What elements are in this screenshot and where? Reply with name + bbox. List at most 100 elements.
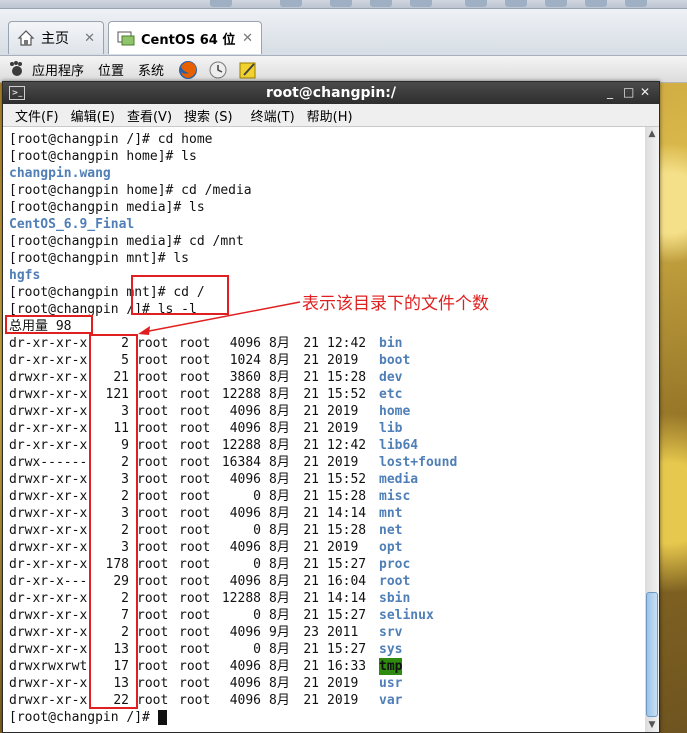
listing-group: root	[179, 353, 211, 368]
listing-time: 2019	[327, 540, 359, 555]
close-tab-icon[interactable]: ✕	[84, 31, 95, 46]
listing-time: 15:27	[327, 608, 367, 623]
listing-name: misc	[379, 489, 411, 504]
listing-name: mnt	[379, 506, 403, 521]
listing-time: 15:28	[327, 370, 367, 385]
listing-day: 21	[303, 370, 319, 385]
listing-day: 21	[303, 455, 319, 470]
tab-home[interactable]: 主页 ✕	[8, 21, 104, 54]
listing-month: 8月	[269, 387, 290, 402]
menu-view[interactable]: 查看(V)	[127, 106, 172, 125]
toolbar-button[interactable]	[505, 0, 527, 7]
toolbar-button[interactable]	[545, 0, 567, 7]
listing-day: 21	[303, 676, 319, 691]
scrollbar-thumb[interactable]	[646, 592, 658, 717]
listing-name: lib64	[379, 438, 419, 453]
listing-month: 8月	[269, 438, 290, 453]
listing-group: root	[179, 438, 211, 453]
listing-day: 21	[303, 506, 319, 521]
command-line: [root@changpin home]# cd /media	[9, 183, 252, 198]
listing-name: tmp	[379, 658, 403, 675]
scrollbar[interactable]: ▲ ▼	[645, 127, 659, 732]
vm-toolbar	[0, 0, 687, 9]
listing-time: 12:42	[327, 336, 367, 351]
tab-centos[interactable]: CentOS 64 位 ✕	[108, 21, 262, 54]
listing-month: 8月	[269, 472, 290, 487]
listing-day: 21	[303, 489, 319, 504]
toolbar-button[interactable]	[330, 0, 352, 7]
menu-edit[interactable]: 编辑(E)	[71, 106, 115, 125]
listing-size: 4096	[229, 472, 261, 487]
toolbar-button[interactable]	[465, 0, 487, 7]
listing-name: home	[379, 404, 411, 419]
listing-day: 21	[303, 693, 319, 708]
firefox-launcher[interactable]	[178, 60, 202, 79]
close-button[interactable]: ✕	[640, 85, 650, 99]
listing-month: 8月	[269, 353, 290, 368]
listing-month: 8月	[269, 574, 290, 589]
listing-name: var	[379, 693, 403, 708]
toolbar-button[interactable]	[625, 0, 647, 7]
listing-month: 8月	[269, 642, 290, 657]
listing-owner: root	[137, 387, 169, 402]
applications-menu[interactable]: 应用程序	[8, 60, 84, 79]
listing-name: srv	[379, 625, 403, 640]
menu-search[interactable]: 搜索 (S)	[184, 106, 233, 125]
listing-group: root	[179, 421, 211, 436]
mail-launcher[interactable]	[208, 60, 232, 79]
menu-file[interactable]: 文件(F)	[15, 106, 59, 125]
listing-group: root	[179, 404, 211, 419]
listing-owner: root	[137, 591, 169, 606]
listing-size: 4096	[229, 540, 261, 555]
listing-owner: root	[137, 642, 169, 657]
scroll-up-icon[interactable]: ▲	[645, 127, 659, 141]
listing-group: root	[179, 676, 211, 691]
listing-group: root	[179, 591, 211, 606]
listing-name: lib	[379, 421, 403, 436]
listing-time: 2019	[327, 693, 359, 708]
listing-owner: root	[137, 574, 169, 589]
minimize-button[interactable]: _	[607, 85, 613, 99]
system-label: 系统	[138, 63, 165, 79]
listing-day: 21	[303, 608, 319, 623]
toolbar-button[interactable]	[370, 0, 392, 7]
scroll-down-icon[interactable]: ▼	[645, 718, 659, 732]
notes-launcher[interactable]	[238, 60, 262, 79]
listing-group: root	[179, 387, 211, 402]
toolbar-button[interactable]	[585, 0, 607, 7]
listing-name: sbin	[379, 591, 411, 606]
vm-icon	[117, 29, 135, 47]
listing-group: root	[179, 574, 211, 589]
listing-month: 8月	[269, 676, 290, 691]
listing-name: net	[379, 523, 403, 538]
close-tab-icon[interactable]: ✕	[242, 31, 253, 46]
listing-size: 4096	[229, 506, 261, 521]
toolbar-button[interactable]	[280, 0, 302, 7]
listing-name: dev	[379, 370, 403, 385]
current-prompt[interactable]: [root@changpin /]#	[9, 709, 167, 726]
listing-size: 4096	[229, 693, 261, 708]
menu-bar: 文件(F) 编辑(E) 查看(V) 搜索 (S) 终端(T) 帮助(H)	[3, 104, 659, 127]
maximize-button[interactable]: □	[623, 85, 634, 99]
highlight-link-count-column	[89, 334, 138, 709]
toolbar-button[interactable]	[210, 0, 232, 7]
window-titlebar[interactable]: >_ root@changpin:/ _ □ ✕	[3, 82, 659, 104]
listing-size: 3860	[229, 370, 261, 385]
places-menu[interactable]: 位置	[98, 60, 124, 79]
listing-owner: root	[137, 540, 169, 555]
command-line: [root@changpin home]# ls	[9, 149, 197, 164]
listing-time: 15:28	[327, 489, 367, 504]
listing-time: 15:27	[327, 642, 367, 657]
toolbar-button[interactable]	[410, 0, 432, 7]
listing-group: root	[179, 608, 211, 623]
listing-day: 21	[303, 523, 319, 538]
tab-bar: 主页 ✕ CentOS 64 位 ✕	[0, 9, 687, 56]
system-menu[interactable]: 系统	[138, 60, 164, 79]
listing-month: 8月	[269, 591, 290, 606]
menu-help[interactable]: 帮助(H)	[307, 106, 353, 125]
listing-day: 21	[303, 421, 319, 436]
ls-output-line: CentOS_6.9_Final	[9, 217, 135, 232]
menu-terminal[interactable]: 终端(T)	[251, 106, 295, 125]
listing-time: 16:33	[327, 659, 367, 674]
listing-month: 8月	[269, 421, 290, 436]
